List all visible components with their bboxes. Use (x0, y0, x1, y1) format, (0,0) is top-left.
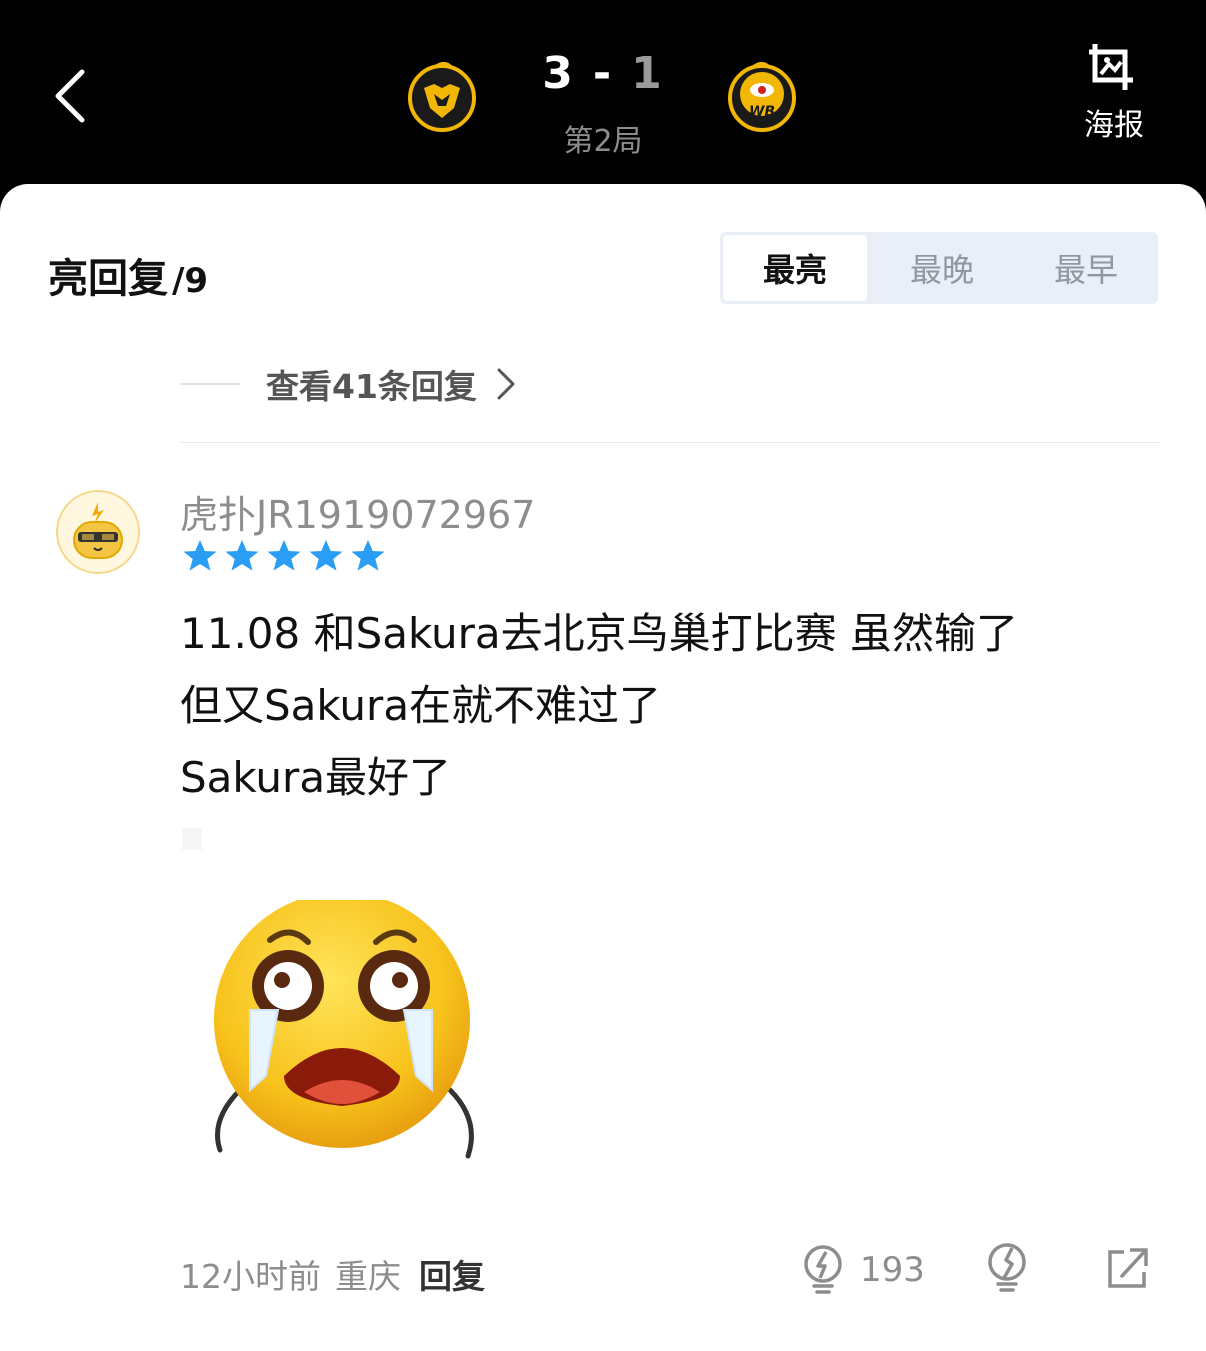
light-count: 193 (860, 1250, 925, 1290)
share-icon (1108, 1248, 1148, 1288)
tab-earliest[interactable]: 最早 (1014, 232, 1158, 304)
rating-stars (182, 538, 386, 574)
poster-image-icon (1089, 44, 1133, 90)
robot-avatar-icon (73, 502, 123, 559)
comment-location: 重庆 (335, 1257, 401, 1296)
reply-button[interactable]: 回复 (419, 1250, 485, 1298)
comment-line: Sakura最好了 (180, 753, 452, 802)
section-title-text: 亮回复 (48, 256, 168, 302)
divider (180, 442, 1160, 443)
home-team-logo-icon[interactable] (406, 58, 478, 134)
comment-line: 11.08 和Sakura去北京鸟巢打比赛 虽然输了 (180, 609, 1018, 658)
view-replies-divider (180, 383, 240, 385)
star-icon (225, 540, 259, 571)
lightbulb-icon (804, 1245, 842, 1294)
score-separator: - (592, 48, 614, 99)
crying-face-emoji-icon[interactable] (200, 900, 490, 1200)
away-score: 1 (631, 48, 664, 99)
sort-tabs: 最亮 最晚 最早 (720, 232, 1158, 304)
tab-latest[interactable]: 最晚 (870, 232, 1014, 304)
match-header: 3-1 第2局 WB 海报 (0, 0, 1206, 200)
comment-text: 11.08 和Sakura去北京鸟巢打比赛 虽然输了 但又Sakura在就不难过… (180, 598, 1140, 814)
away-team-logo-icon[interactable]: WB (726, 58, 798, 134)
section-count: /9 (172, 261, 209, 301)
chevron-right-icon (497, 368, 515, 400)
star-icon (183, 540, 217, 571)
star-icon (267, 540, 301, 571)
round-label: 第2局 (563, 124, 643, 159)
comment-meta: 12小时前 重庆 回复 (180, 1250, 485, 1298)
comment-time: 12小时前 (180, 1257, 321, 1296)
image-placeholder (182, 828, 202, 850)
svg-text:WB: WB (749, 104, 775, 120)
avatar[interactable] (56, 490, 140, 574)
tab-brightest[interactable]: 最亮 (723, 235, 867, 301)
star-icon (309, 540, 343, 571)
star-icon (351, 540, 385, 571)
comment-sheet: 亮回复/9 最亮 最晚 最早 查看41条回复 虎扑JR1919072967 11 (0, 184, 1206, 1351)
poster-button[interactable]: 海报 (1074, 40, 1154, 144)
section-title: 亮回复/9 (48, 246, 208, 304)
home-score: 3 (542, 48, 575, 99)
poster-label: 海报 (1084, 108, 1144, 143)
view-replies-link[interactable]: 查看41条回复 (180, 362, 517, 406)
share-button[interactable] (1104, 1242, 1150, 1298)
username[interactable]: 虎扑JR1919072967 (180, 484, 535, 539)
unlight-button[interactable] (984, 1242, 1030, 1298)
comment-line: 但又Sakura在就不难过了 (180, 681, 662, 730)
light-button[interactable]: 193 (800, 1242, 925, 1298)
unlight-bulb-icon (988, 1243, 1026, 1292)
back-arrow-icon[interactable] (48, 66, 98, 126)
match-score: 3-1 (520, 48, 686, 99)
view-replies-text: 查看41条回复 (266, 367, 477, 406)
